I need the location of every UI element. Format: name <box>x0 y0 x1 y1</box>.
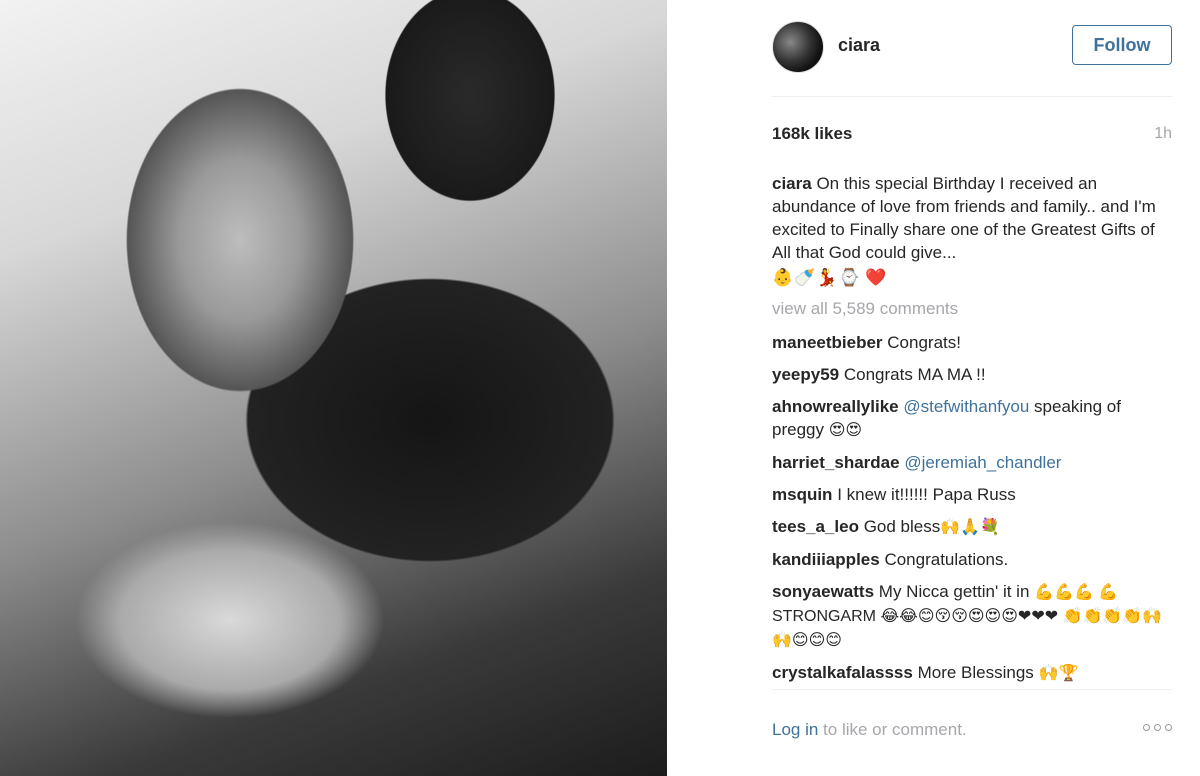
comment-username[interactable]: kandiiiapples <box>772 550 880 569</box>
view-all-comments-link[interactable]: view all 5,589 comments <box>772 299 958 319</box>
post-header: ciara Follow <box>772 18 1172 76</box>
post-username[interactable]: ciara <box>838 35 880 56</box>
post-time[interactable]: 1h <box>1154 125 1172 143</box>
comment-text: Congrats MA MA !! <box>843 365 986 384</box>
post-caption: ciara On this special Birthday I receive… <box>772 172 1172 289</box>
comment-username[interactable]: maneetbieber <box>772 333 883 352</box>
more-options-icon[interactable] <box>1143 724 1172 731</box>
comment-username[interactable]: sonyaewatts <box>772 582 874 601</box>
comment-text: My Nicca gettin' it in <box>878 582 1030 601</box>
comment-item: tees_a_leo God bless🙌🙏💐 <box>772 515 1167 539</box>
comment-emoji: 🙌🏆 <box>1038 665 1079 682</box>
comment-text: I knew it!!!!!! Papa Russ <box>837 485 1016 504</box>
post-photo <box>0 0 667 776</box>
comment-username[interactable]: ahnowreallylike <box>772 397 899 416</box>
comment-item: yeepy59 Congrats MA MA !! <box>772 363 1167 386</box>
comment-username[interactable]: harriet_shardae <box>772 453 900 472</box>
likes-count[interactable]: 168k likes <box>772 124 852 144</box>
comment-username[interactable]: crystalkafalassss <box>772 663 913 682</box>
footer-divider <box>772 689 1172 690</box>
header-divider <box>772 96 1172 97</box>
post-side-panel: ciara Follow 168k likes 1h ciara On this… <box>667 0 1200 776</box>
dot-icon <box>1143 724 1150 731</box>
comment-emoji: 🙌🙏💐 <box>940 519 1000 536</box>
comment-mention[interactable]: @stefwithanfyou <box>903 397 1029 416</box>
caption-emoji: 👶🍼💃⌚ <box>772 268 861 287</box>
comment-item: crystalkafalassss More Blessings 🙌🏆 <box>772 661 1167 685</box>
dot-icon <box>1154 724 1161 731</box>
caption-username[interactable]: ciara <box>772 174 812 193</box>
comment-item: ahnowreallylike @stefwithanfyou speaking… <box>772 395 1167 442</box>
comment-username[interactable]: yeepy59 <box>772 365 839 384</box>
comment-emoji: 😍😍 <box>828 422 863 439</box>
login-link[interactable]: Log in <box>772 720 818 739</box>
comment-list: maneetbieber Congrats! yeepy59 Congrats … <box>772 331 1167 694</box>
comment-item: kandiiiapples Congratulations. <box>772 548 1167 571</box>
comment-text: More Blessings <box>917 663 1034 682</box>
follow-button[interactable]: Follow <box>1072 25 1172 65</box>
dot-icon <box>1165 724 1172 731</box>
heart-icon: ❤️ <box>865 268 887 287</box>
comment-mention[interactable]: @jeremiah_chandler <box>904 453 1061 472</box>
comment-item: maneetbieber Congrats! <box>772 331 1167 354</box>
comment-text: God bless <box>863 517 941 536</box>
comment-item: sonyaewatts My Nicca gettin' it in 💪💪💪 💪… <box>772 580 1167 652</box>
comment-username[interactable]: tees_a_leo <box>772 517 859 536</box>
comment-text: Congratulations. <box>884 550 1009 569</box>
caption-text: On this special Birthday I received an a… <box>772 174 1156 262</box>
comment-item: msquin I knew it!!!!!! Papa Russ <box>772 483 1167 506</box>
comment-item: harriet_shardae @jeremiah_chandler <box>772 451 1167 474</box>
avatar[interactable] <box>772 21 824 73</box>
comment-username[interactable]: msquin <box>772 485 832 504</box>
login-prompt-text: to like or comment. <box>818 720 967 739</box>
comment-text: Congrats! <box>887 333 961 352</box>
post-footer: Log in to like or comment. <box>772 720 1172 746</box>
